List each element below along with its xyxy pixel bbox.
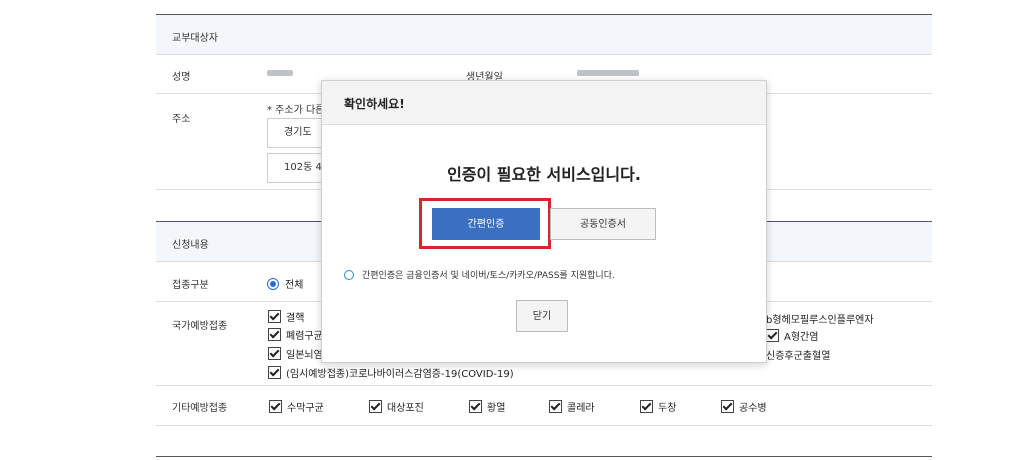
national-item-right: 신증후군출혈열: [766, 351, 831, 362]
national-item-right: b형헤모필루스인플루엔자: [766, 315, 874, 326]
checkbox-checked-icon: [269, 400, 282, 413]
dialog-header: 확인하세요!: [322, 81, 766, 125]
address-note: * 주소가 다른: [267, 105, 325, 116]
dialog-info: 간편인증은 금융인증서 및 네이버/토스/카카오/PASS를 지원합니다.: [344, 268, 615, 281]
other-checkbox[interactable]: 두창: [640, 399, 676, 414]
dialog-info-text: 간편인증은 금융인증서 및 네이버/토스/카카오/PASS를 지원합니다.: [362, 271, 615, 281]
address-label: 주소: [172, 114, 191, 125]
dialog-message: 인증이 필요한 서비스입니다.: [447, 165, 641, 184]
joint-certificate-button[interactable]: 공동인증서: [550, 208, 656, 240]
address-line2-field[interactable]: 102동 4: [267, 153, 323, 183]
other-checkbox[interactable]: 공수병: [721, 399, 767, 414]
easy-auth-button[interactable]: 간편인증: [432, 208, 540, 240]
national-checkbox[interactable]: 폐렴구균: [268, 327, 323, 342]
radio-selected-icon: [267, 278, 279, 290]
recipient-section-header: [156, 15, 932, 54]
vaccination-type-radio-all[interactable]: 전체: [267, 276, 303, 291]
checkbox-checked-icon: [766, 329, 779, 342]
checkbox-checked-icon: [469, 400, 482, 413]
checkbox-checked-icon: [268, 310, 281, 323]
national-checkbox[interactable]: 결핵: [268, 309, 304, 324]
other-checkbox[interactable]: 콜레라: [549, 399, 595, 414]
other-checkbox[interactable]: 수막구균: [269, 399, 324, 414]
checkbox-checked-icon: [721, 400, 734, 413]
other-checkbox[interactable]: 황열: [469, 399, 505, 414]
name-value-redacted: [267, 70, 293, 76]
national-checkbox[interactable]: A형간염: [766, 328, 818, 343]
national-checkbox[interactable]: 일본뇌염: [268, 346, 323, 361]
divider: [156, 425, 932, 426]
close-button[interactable]: 닫기: [516, 300, 568, 332]
checkbox-checked-icon: [640, 400, 653, 413]
checkbox-checked-icon: [268, 366, 281, 379]
name-label: 성명: [172, 72, 191, 83]
divider: [156, 54, 932, 55]
national-checkbox-covid[interactable]: (임시예방접종)코로나바이러스감염증-19(COVID-19): [268, 365, 514, 380]
address-line1-field[interactable]: 경기도: [267, 118, 323, 148]
checkbox-checked-icon: [549, 400, 562, 413]
checkbox-checked-icon: [268, 328, 281, 341]
other-vaccination-label: 기타예방접종: [172, 403, 228, 414]
auth-required-dialog: 확인하세요! 인증이 필요한 서비스입니다. 간편인증 공동인증서 간편인증은 …: [321, 80, 767, 363]
checkbox-checked-icon: [369, 400, 382, 413]
dialog-title: 확인하세요!: [344, 97, 405, 111]
vaccination-type-label: 접종구분: [172, 280, 209, 291]
divider: [156, 385, 932, 386]
application-section-title: 신청내용: [172, 240, 209, 251]
checkbox-checked-icon: [268, 347, 281, 360]
other-checkbox[interactable]: 대상포진: [369, 399, 424, 414]
form-bottom-border: [156, 456, 932, 457]
national-vaccination-label: 국가예방접종: [172, 321, 228, 332]
recipient-section-title: 교부대상자: [172, 33, 218, 44]
chat-bubble-icon: [344, 270, 354, 280]
birth-value-redacted: [577, 70, 639, 76]
